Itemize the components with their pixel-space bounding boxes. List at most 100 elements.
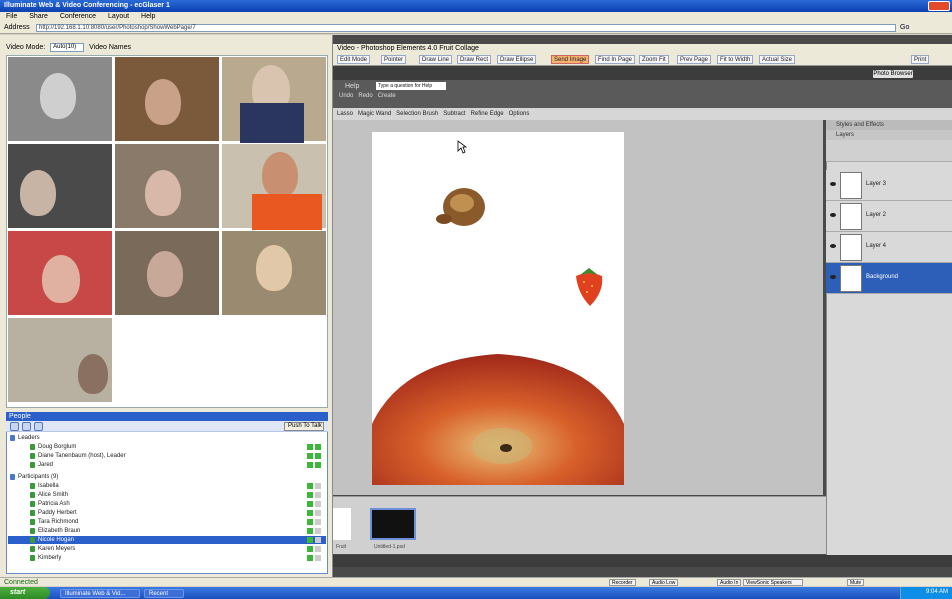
video-tile[interactable] bbox=[7, 143, 113, 229]
add-icon[interactable] bbox=[10, 422, 19, 431]
layer-name: Layer 3 bbox=[866, 181, 887, 187]
photo-browser-button[interactable]: Photo Browser bbox=[873, 70, 913, 78]
user-name: Diane Tanenbaum (host), Leader bbox=[38, 453, 126, 459]
menu-conference[interactable]: Conference bbox=[60, 13, 96, 20]
list-item[interactable]: Isabella bbox=[8, 482, 326, 490]
draw-ellipse-button[interactable]: Draw Ellipse bbox=[497, 55, 537, 64]
redo-button[interactable]: Redo bbox=[358, 93, 372, 99]
list-item[interactable]: Tara Richmond bbox=[8, 518, 326, 526]
user-name: Nicole Hogan bbox=[38, 537, 75, 543]
styles-effects-header[interactable]: Styles and Effects bbox=[826, 120, 952, 130]
project-thumbnail-selected[interactable] bbox=[370, 508, 416, 540]
user-name: Patricia Ash bbox=[38, 501, 70, 507]
video-names-checkbox[interactable]: Video Names bbox=[89, 44, 131, 51]
video-tile[interactable] bbox=[7, 230, 113, 316]
group-row[interactable]: Participants (9) bbox=[8, 473, 326, 481]
taskbar-item[interactable]: Recent bbox=[144, 589, 184, 598]
zoom-fit-button[interactable]: Zoom Fit bbox=[639, 55, 669, 64]
video-tile[interactable] bbox=[114, 230, 220, 316]
selection-brush-option[interactable]: Selection Brush bbox=[396, 111, 438, 117]
layers-header[interactable]: Layers bbox=[826, 130, 952, 140]
audio-level-button[interactable]: Audio Low bbox=[649, 579, 679, 586]
refine-edge-option[interactable]: Refine Edge bbox=[471, 111, 504, 117]
status-icon bbox=[307, 510, 322, 516]
visibility-eye-icon[interactable] bbox=[830, 213, 836, 217]
prev-page-button[interactable]: Prev Page bbox=[677, 55, 712, 64]
visibility-eye-icon[interactable] bbox=[830, 244, 836, 248]
system-tray: 9:04 AM bbox=[900, 587, 952, 599]
project-thumbnail[interactable] bbox=[333, 508, 351, 540]
taskbar-item[interactable]: Illuminate Web & Vid... bbox=[60, 589, 140, 598]
audio-device-select[interactable]: ViewSonic Speakers bbox=[743, 579, 803, 586]
group-row[interactable]: Leaders bbox=[8, 434, 326, 442]
mute-button[interactable]: Mute bbox=[847, 579, 865, 586]
draw-line-button[interactable]: Draw Line bbox=[419, 55, 453, 64]
create-button[interactable]: Create bbox=[378, 93, 396, 99]
draw-rect-button[interactable]: Draw Rect bbox=[457, 55, 492, 64]
video-mode-select[interactable]: Auto(10) bbox=[50, 42, 85, 52]
layer-thumbnail bbox=[840, 172, 862, 199]
user-name: Isabella bbox=[38, 483, 59, 489]
find-in-page-button[interactable]: Find In Page bbox=[595, 55, 636, 64]
menu-share[interactable]: Share bbox=[29, 13, 48, 20]
menu-file[interactable]: File bbox=[6, 13, 17, 20]
user-icon bbox=[30, 546, 35, 552]
taskbar bbox=[0, 587, 952, 599]
layer-row-active[interactable]: Background bbox=[826, 263, 952, 294]
list-item[interactable]: Diane Tanenbaum (host), Leader bbox=[8, 452, 326, 460]
video-tile[interactable] bbox=[7, 317, 113, 403]
push-to-talk-button[interactable]: Push To Talk bbox=[284, 422, 324, 431]
settings-icon[interactable] bbox=[22, 422, 31, 431]
visibility-eye-icon[interactable] bbox=[830, 275, 836, 279]
help-search-input[interactable]: Type a question for Help bbox=[376, 82, 446, 90]
menu-help[interactable]: Help bbox=[141, 13, 155, 20]
visibility-eye-icon[interactable] bbox=[830, 182, 836, 186]
list-item[interactable]: Kimberly bbox=[8, 554, 326, 562]
status-icon bbox=[307, 555, 322, 561]
layer-row[interactable]: Layer 2 bbox=[826, 201, 952, 232]
send-image-button[interactable]: Send Image bbox=[551, 55, 590, 64]
video-tile[interactable] bbox=[221, 143, 327, 230]
list-item-selected[interactable]: Nicole Hogan bbox=[8, 536, 326, 544]
close-window-button[interactable] bbox=[928, 1, 950, 11]
list-item[interactable]: Paddy Herbert bbox=[8, 509, 326, 517]
options-dropdown[interactable]: Options bbox=[509, 111, 530, 117]
layer-name: Background bbox=[866, 274, 899, 280]
layer-row[interactable]: Layer 3 bbox=[826, 170, 952, 201]
layer-row[interactable]: Layer 4 bbox=[826, 232, 952, 263]
connection-status: Connected bbox=[0, 577, 333, 586]
list-item[interactable]: Patricia Ash bbox=[8, 500, 326, 508]
undo-button[interactable]: Undo bbox=[339, 93, 353, 99]
thumbnail-caption: Untitled-1.psd bbox=[374, 544, 405, 550]
pointer-button[interactable]: Pointer bbox=[381, 55, 407, 64]
menu-layout[interactable]: Layout bbox=[108, 13, 129, 20]
video-tile[interactable] bbox=[114, 56, 220, 142]
start-button[interactable]: start bbox=[0, 587, 50, 599]
video-tile[interactable] bbox=[7, 56, 113, 142]
video-tile[interactable] bbox=[221, 56, 327, 143]
video-tile[interactable] bbox=[221, 230, 327, 316]
list-item[interactable]: Alice Smith bbox=[8, 491, 326, 499]
subtract-option[interactable]: Subtract bbox=[443, 111, 465, 117]
list-item[interactable]: Jared bbox=[8, 461, 326, 469]
share-toolbar: Edit Mode Pointer Draw Line Draw Rect Dr… bbox=[333, 54, 952, 66]
media-status-bar: Recorder Audio Low Audio In ViewSonic Sp… bbox=[333, 577, 952, 586]
print-button[interactable]: Print bbox=[911, 55, 930, 64]
actual-size-button[interactable]: Actual Size bbox=[759, 55, 796, 64]
recorder-button[interactable]: Recorder bbox=[609, 579, 636, 586]
lasso-option[interactable]: Lasso bbox=[337, 111, 353, 117]
list-item[interactable]: Elizabeth Braun bbox=[8, 527, 326, 535]
magic-wand-option[interactable]: Magic Wand bbox=[358, 111, 391, 117]
fit-width-button[interactable]: Fit to Width bbox=[717, 55, 754, 64]
address-input[interactable]: http://192.168.1.10:8080/user/Photoshop/… bbox=[36, 24, 896, 32]
thumbnail-caption: Fruit bbox=[336, 544, 346, 550]
camera-icon[interactable] bbox=[34, 422, 43, 431]
edit-mode-button[interactable]: Edit Mode bbox=[337, 55, 371, 64]
people-toolbar: Push To Talk bbox=[6, 421, 328, 432]
list-item[interactable]: Karen Meyers bbox=[8, 545, 326, 553]
video-tile[interactable] bbox=[114, 143, 220, 229]
go-button[interactable]: Go bbox=[900, 23, 950, 33]
apple-image bbox=[372, 354, 624, 485]
list-item[interactable]: Doug Borglum bbox=[8, 443, 326, 451]
people-header: People bbox=[6, 412, 328, 421]
